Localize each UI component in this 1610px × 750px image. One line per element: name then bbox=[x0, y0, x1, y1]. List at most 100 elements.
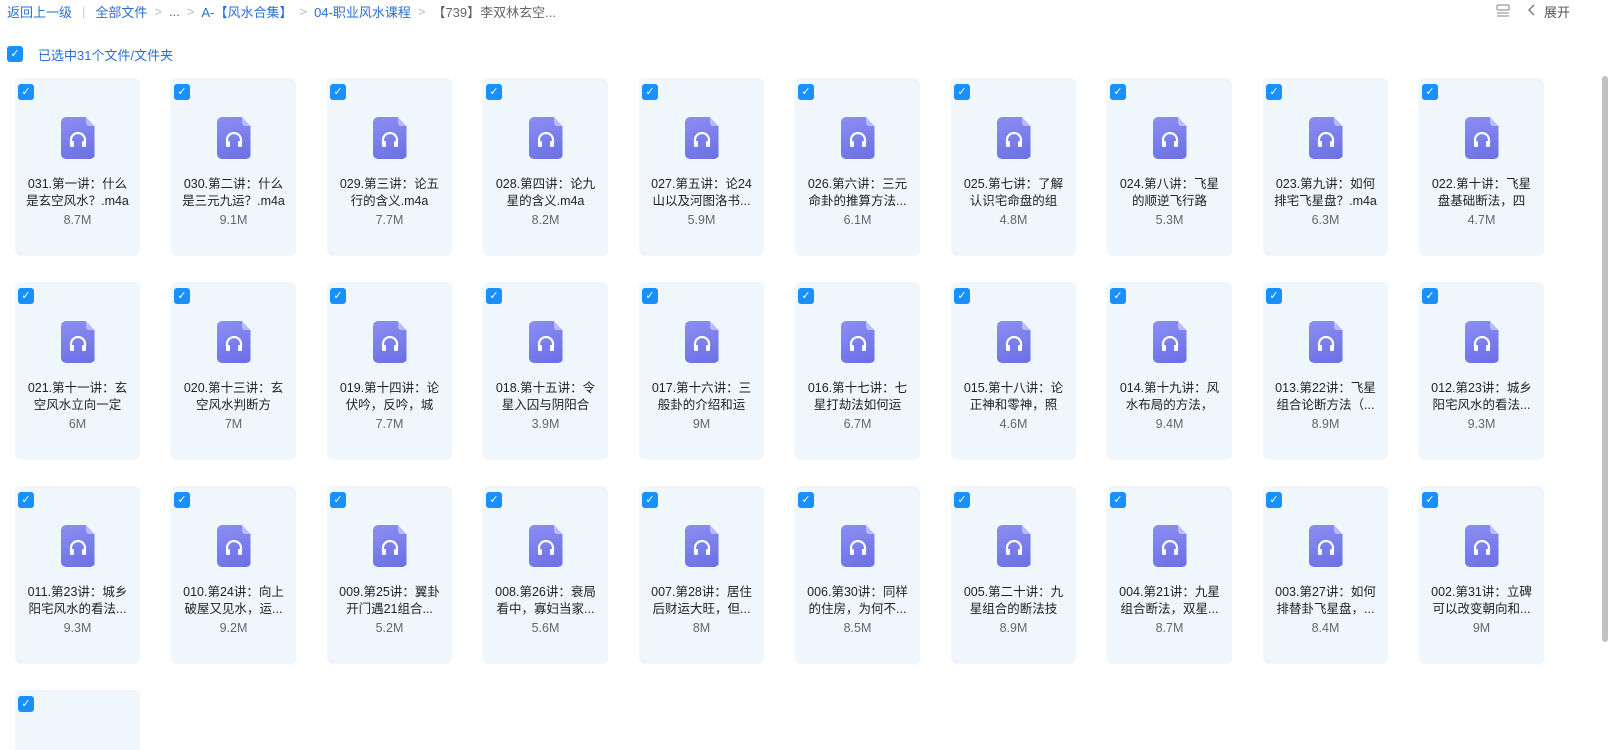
file-card[interactable]: ✓ 026.第六讲：三元命卦的推算方法... 6.1M bbox=[795, 78, 920, 256]
checkbox-checked-icon[interactable]: ✓ bbox=[330, 288, 346, 304]
scrollbar[interactable] bbox=[1600, 76, 1610, 642]
breadcrumb-all-files[interactable]: 全部文件 bbox=[95, 2, 147, 21]
file-card[interactable]: ✓ 008.第26讲：衰局看中，寡妇当家... 5.6M bbox=[483, 486, 608, 664]
file-card[interactable]: ✓ 024.第八讲：飞星的顺逆飞行路 5.3M bbox=[1107, 78, 1232, 256]
checkbox-checked-icon[interactable]: ✓ bbox=[174, 288, 190, 304]
breadcrumb-folder-fengshui[interactable]: A-【风水合集】 bbox=[201, 2, 292, 21]
checkbox-checked-icon[interactable]: ✓ bbox=[486, 492, 502, 508]
file-card[interactable]: ✓ 003.第27讲：如何排替卦飞星盘，... 8.4M bbox=[1263, 486, 1388, 664]
file-card[interactable]: ✓ 019.第十四讲：论伏吟，反吟，城 7.7M bbox=[327, 282, 452, 460]
checkbox-checked-icon[interactable]: ✓ bbox=[486, 84, 502, 100]
file-card[interactable]: ✓ bbox=[15, 690, 140, 750]
checkbox-checked-icon[interactable]: ✓ bbox=[1110, 288, 1126, 304]
checkbox-checked-icon[interactable]: ✓ bbox=[642, 288, 658, 304]
checkbox-checked-icon[interactable]: ✓ bbox=[1422, 288, 1438, 304]
file-card[interactable]: ✓ 010.第24讲：向上破屋又见水，运... 9.2M bbox=[171, 486, 296, 664]
file-card[interactable]: ✓ 007.第28讲：居住后财运大旺，但... 8M bbox=[639, 486, 764, 664]
file-size: 8.7M bbox=[63, 213, 92, 227]
file-card[interactable]: ✓ 011.第23讲：城乡阳宅风水的看法... 9.3M bbox=[15, 486, 140, 664]
selection-bar: ✓ 已选中31个文件/文件夹 bbox=[7, 45, 173, 63]
file-card[interactable]: ✓ 028.第四讲：论九星的含义.m4a 8.2M bbox=[483, 78, 608, 256]
checkbox-checked-icon[interactable]: ✓ bbox=[330, 84, 346, 100]
file-size: 4.8M bbox=[999, 213, 1028, 227]
file-name: 012.第23讲：城乡阳宅风水的看法... bbox=[1431, 381, 1532, 412]
file-card[interactable]: ✓ 004.第21讲：九星组合断法，双星... 8.7M bbox=[1107, 486, 1232, 664]
checkbox-checked-icon[interactable]: ✓ bbox=[954, 288, 970, 304]
divider: | bbox=[82, 3, 86, 19]
checkbox-checked-icon[interactable]: ✓ bbox=[1422, 84, 1438, 100]
file-card[interactable]: ✓ 023.第九讲：如何排宅飞星盘？.m4a 6.3M bbox=[1263, 78, 1388, 256]
file-card[interactable]: ✓ 022.第十讲：飞星盘基础断法，四 4.7M bbox=[1419, 78, 1544, 256]
headphones-audio-icon bbox=[840, 321, 875, 363]
checkbox-checked-icon[interactable]: ✓ bbox=[18, 492, 34, 508]
file-card[interactable]: ✓ 016.第十七讲：七星打劫法如何运 6.7M bbox=[795, 282, 920, 460]
file-card[interactable]: ✓ 014.第十九讲：风水布局的方法， 9.4M bbox=[1107, 282, 1232, 460]
file-name: 005.第二十讲：九星组合的断法技 bbox=[963, 585, 1064, 616]
file-size: 8.4M bbox=[1311, 621, 1340, 635]
headphones-audio-icon bbox=[840, 117, 875, 159]
file-card[interactable]: ✓ 018.第十五讲：令星入囚与阴阳合 3.9M bbox=[483, 282, 608, 460]
checkbox-checked-icon[interactable]: ✓ bbox=[486, 288, 502, 304]
checkbox-checked-icon[interactable]: ✓ bbox=[1266, 84, 1282, 100]
checkbox-checked-icon[interactable]: ✓ bbox=[798, 288, 814, 304]
file-size: 3.9M bbox=[531, 417, 560, 431]
file-card[interactable]: ✓ 029.第三讲：论五行的含义.m4a 7.7M bbox=[327, 78, 452, 256]
select-all-checkbox[interactable]: ✓ bbox=[7, 46, 23, 62]
file-card[interactable]: ✓ 025.第七讲：了解认识宅命盘的组 4.8M bbox=[951, 78, 1076, 256]
file-size: 9M bbox=[1472, 621, 1491, 635]
file-card[interactable]: ✓ 015.第十八讲：论正神和零神，照 4.6M bbox=[951, 282, 1076, 460]
checkbox-checked-icon[interactable]: ✓ bbox=[954, 492, 970, 508]
checkbox-checked-icon[interactable]: ✓ bbox=[642, 492, 658, 508]
checkbox-checked-icon[interactable]: ✓ bbox=[642, 84, 658, 100]
file-card[interactable]: ✓ 012.第23讲：城乡阳宅风水的看法... 9.3M bbox=[1419, 282, 1544, 460]
file-name: 011.第23讲：城乡阳宅风水的看法... bbox=[27, 585, 128, 616]
checkbox-checked-icon[interactable]: ✓ bbox=[798, 492, 814, 508]
headphones-audio-icon bbox=[840, 525, 875, 567]
checkbox-checked-icon[interactable]: ✓ bbox=[954, 84, 970, 100]
checkbox-checked-icon[interactable]: ✓ bbox=[18, 288, 34, 304]
file-card[interactable]: ✓ 017.第十六讲：三般卦的介绍和运 9M bbox=[639, 282, 764, 460]
file-card[interactable]: ✓ 027.第五讲：论24山以及河图洛书... 5.9M bbox=[639, 78, 764, 256]
checkbox-checked-icon[interactable]: ✓ bbox=[174, 84, 190, 100]
breadcrumb-separator: > bbox=[154, 3, 163, 19]
file-name: 024.第八讲：飞星的顺逆飞行路 bbox=[1119, 177, 1220, 208]
headphones-audio-icon bbox=[1308, 525, 1343, 567]
file-name: 008.第26讲：衰局看中，寡妇当家... bbox=[495, 585, 596, 616]
checkbox-checked-icon[interactable]: ✓ bbox=[1266, 288, 1282, 304]
file-card[interactable]: ✓ 006.第30讲：同样的住房，为何不... 8.5M bbox=[795, 486, 920, 664]
file-name: 004.第21讲：九星组合断法，双星... bbox=[1119, 585, 1220, 616]
file-card[interactable]: ✓ 013.第22讲：飞星组合论断方法（... 8.9M bbox=[1263, 282, 1388, 460]
headphones-audio-icon bbox=[60, 525, 95, 567]
checkbox-checked-icon[interactable]: ✓ bbox=[330, 492, 346, 508]
file-card[interactable]: ✓ 002.第31讲：立碑可以改变朝向和... 9M bbox=[1419, 486, 1544, 664]
checkbox-checked-icon[interactable]: ✓ bbox=[18, 696, 34, 712]
file-name: 009.第25讲：翼卦开门遇21组合... bbox=[339, 585, 440, 616]
back-link[interactable]: 返回上一级 bbox=[7, 2, 72, 21]
file-size: 9.4M bbox=[1155, 417, 1184, 431]
scrollbar-thumb[interactable] bbox=[1602, 76, 1608, 642]
checkbox-checked-icon[interactable]: ✓ bbox=[798, 84, 814, 100]
breadcrumb-ellipsis[interactable]: ... bbox=[169, 4, 180, 19]
expand-button[interactable]: 展开 bbox=[1527, 2, 1570, 21]
checkbox-checked-icon[interactable]: ✓ bbox=[1422, 492, 1438, 508]
list-view-icon[interactable] bbox=[1496, 4, 1510, 18]
file-card[interactable]: ✓ 031.第一讲：什么是玄空风水？.m4a 8.7M bbox=[15, 78, 140, 256]
checkbox-checked-icon[interactable]: ✓ bbox=[18, 84, 34, 100]
file-card[interactable]: ✓ 009.第25讲：翼卦开门遇21组合... 5.2M bbox=[327, 486, 452, 664]
file-name: 023.第九讲：如何排宅飞星盘？.m4a bbox=[1274, 177, 1377, 208]
checkbox-checked-icon[interactable]: ✓ bbox=[1110, 84, 1126, 100]
file-name: 026.第六讲：三元命卦的推算方法... bbox=[807, 177, 908, 208]
breadcrumb-folder-course[interactable]: 04-职业风水课程 bbox=[314, 2, 411, 21]
checkbox-checked-icon[interactable]: ✓ bbox=[174, 492, 190, 508]
headphones-audio-icon bbox=[1152, 321, 1187, 363]
file-card[interactable]: ✓ 020.第十三讲：玄空风水判断方 7M bbox=[171, 282, 296, 460]
file-card[interactable]: ✓ 005.第二十讲：九星组合的断法技 8.9M bbox=[951, 486, 1076, 664]
file-name: 006.第30讲：同样的住房，为何不... bbox=[807, 585, 908, 616]
headphones-audio-icon bbox=[684, 525, 719, 567]
checkbox-checked-icon[interactable]: ✓ bbox=[1266, 492, 1282, 508]
checkbox-checked-icon[interactable]: ✓ bbox=[1110, 492, 1126, 508]
headphones-audio-icon bbox=[996, 321, 1031, 363]
file-card[interactable]: ✓ 030.第二讲：什么是三元九运？.m4a 9.1M bbox=[171, 78, 296, 256]
file-card[interactable]: ✓ 021.第十一讲：玄空风水立向一定 6M bbox=[15, 282, 140, 460]
file-name: 019.第十四讲：论伏吟，反吟，城 bbox=[339, 381, 440, 412]
